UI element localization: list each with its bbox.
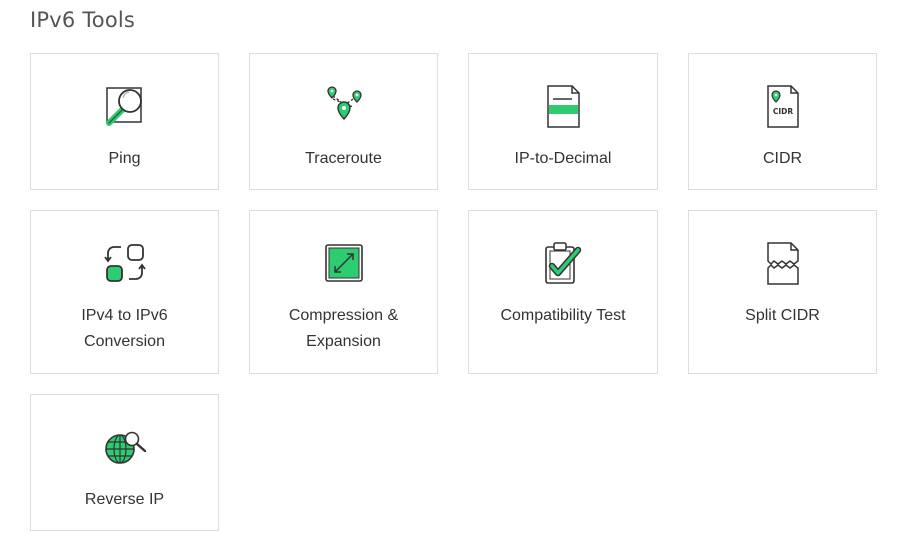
cidr-icon-text: CIDR — [772, 107, 793, 116]
ip-to-decimal-icon — [538, 81, 588, 131]
ping-icon — [100, 81, 150, 131]
page-title: IPv6 Tools — [30, 8, 136, 32]
conversion-icon — [100, 238, 150, 288]
reverse-ip-icon — [100, 422, 150, 472]
compression-expansion-icon — [319, 238, 369, 288]
tool-card-split-cidr[interactable]: Split CIDR — [688, 210, 877, 374]
tool-card-ping[interactable]: Ping — [30, 53, 219, 190]
tool-label: Reverse IP — [84, 491, 165, 508]
tool-card-ipv4-to-ipv6-conversion[interactable]: IPv4 to IPv6 Conversion — [30, 210, 219, 374]
tool-label: IP-to-Decimal — [514, 150, 612, 167]
split-cidr-icon — [758, 238, 808, 288]
tool-label: Ping — [108, 150, 141, 167]
tool-label: Compatibility Test — [500, 307, 626, 324]
tool-label: IPv4 to IPv6 Conversion — [81, 307, 168, 350]
tool-card-cidr[interactable]: CIDR CIDR — [688, 53, 877, 190]
tool-card-ip-to-decimal[interactable]: IP-to-Decimal — [468, 53, 658, 190]
tool-label: CIDR — [762, 150, 803, 167]
tool-label: Compression & Expansion — [288, 307, 399, 350]
traceroute-icon — [319, 81, 369, 131]
tool-label: Split CIDR — [745, 307, 820, 324]
tool-card-reverse-ip[interactable]: Reverse IP — [30, 394, 219, 531]
tool-card-traceroute[interactable]: Traceroute — [249, 53, 438, 190]
tool-label: Traceroute — [305, 150, 382, 167]
cidr-icon: CIDR — [758, 81, 808, 131]
compatibility-test-icon — [538, 238, 588, 288]
tool-card-compression-expansion[interactable]: Compression & Expansion — [249, 210, 438, 374]
tool-card-compatibility-test[interactable]: Compatibility Test — [468, 210, 658, 374]
